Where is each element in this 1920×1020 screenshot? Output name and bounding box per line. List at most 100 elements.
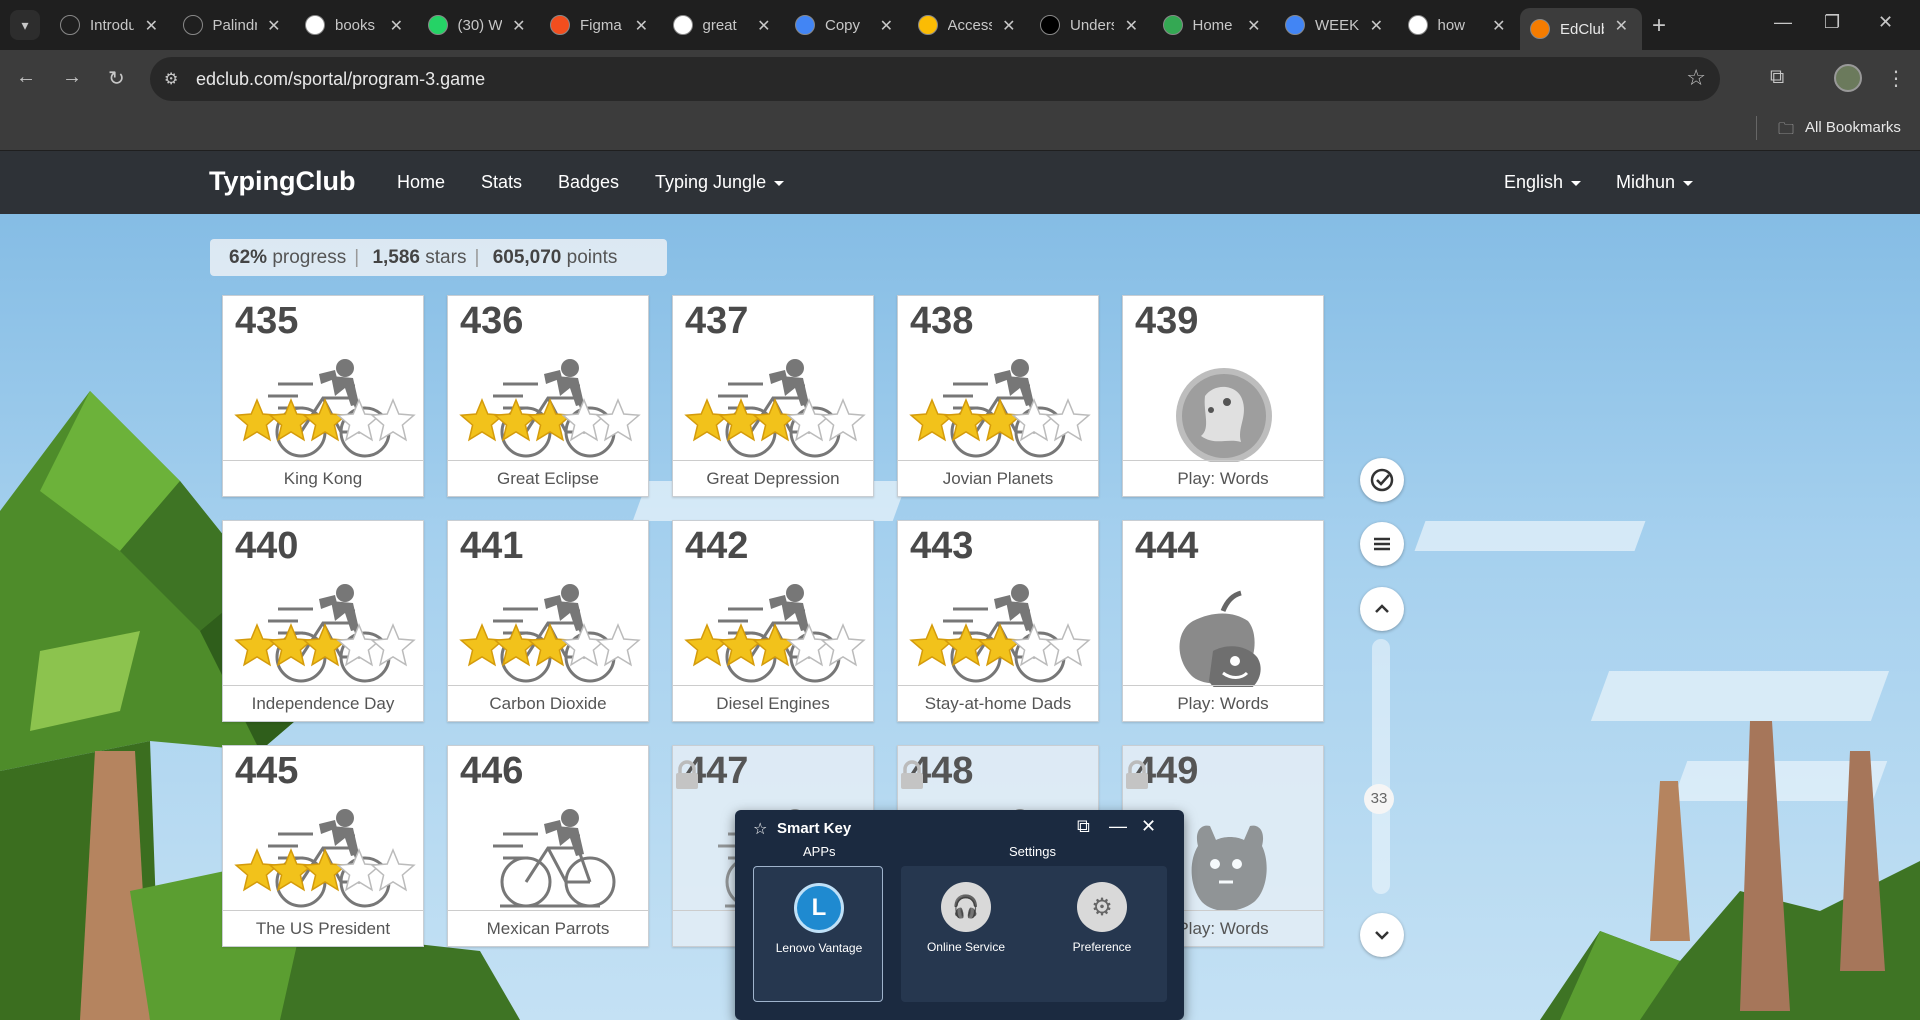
tab-title: Copy (825, 16, 861, 34)
close-tab-icon[interactable]: ✕ (1615, 16, 1628, 36)
menu-button[interactable] (1360, 522, 1404, 566)
lesson-card[interactable]: 435 King Kong (222, 295, 424, 497)
star-empty-icon (336, 398, 382, 442)
lesson-card[interactable]: 444 Play: Words (1122, 520, 1324, 722)
minimize-icon[interactable]: — (1774, 12, 1792, 33)
cloud (1414, 521, 1646, 551)
bookmark-star-icon[interactable]: ☆ (1686, 65, 1706, 91)
pop-out-icon[interactable]: ⧉ (1077, 816, 1090, 837)
reload-icon[interactable]: ↻ (108, 66, 125, 91)
user-dropdown[interactable]: Midhun (1616, 172, 1694, 193)
browser-tab[interactable]: Understanding ✕ (1030, 8, 1152, 42)
all-bookmarks-button[interactable]: All Bookmarks (1805, 119, 1901, 136)
edclub-icon (1530, 19, 1550, 39)
lesson-card[interactable]: 438 Jovian Planets (897, 295, 1099, 497)
docs-icon (795, 15, 815, 35)
close-tab-icon[interactable]: ✕ (1002, 16, 1015, 36)
progress-value: 62% (229, 247, 268, 268)
google-icon (1407, 15, 1428, 35)
lesson-card[interactable]: 441 Carbon Dioxide (447, 520, 649, 722)
browser-tab[interactable]: WEEK ✕ (1275, 8, 1397, 42)
lesson-card[interactable]: 442 Diesel Engines (672, 520, 874, 722)
close-tab-icon[interactable]: ✕ (757, 16, 770, 36)
star-filled-icon (459, 623, 505, 667)
lesson-card[interactable]: 445 The US President (222, 745, 424, 947)
minimize-icon[interactable]: — (1109, 816, 1127, 837)
star-filled-icon (909, 623, 955, 667)
browser-tab[interactable]: Access ✕ (908, 8, 1030, 42)
browser-tab[interactable]: (30) WhatsApp ✕ (418, 8, 540, 42)
preference-app[interactable]: ⚙ Preference (1037, 882, 1167, 954)
star-empty-icon (336, 623, 382, 667)
close-tab-icon[interactable]: ✕ (1247, 16, 1260, 36)
scroll-up-button[interactable] (1360, 587, 1404, 631)
close-tab-icon[interactable]: ✕ (145, 16, 158, 36)
lesson-number: 443 (910, 525, 974, 567)
drive-icon (917, 15, 938, 35)
close-tab-icon[interactable]: ✕ (390, 16, 403, 36)
close-tab-icon[interactable]: ✕ (512, 16, 525, 36)
chrome-menu-icon[interactable]: ⋮ (1886, 66, 1906, 91)
brand-logo[interactable]: TypingClub (209, 166, 355, 197)
close-tab-icon[interactable]: ✕ (1125, 16, 1138, 36)
browser-tab[interactable]: Figma ✕ (540, 8, 662, 42)
extensions-icon[interactable]: ⧉ (1770, 66, 1784, 89)
back-icon[interactable]: ← (16, 66, 36, 89)
close-tab-icon[interactable]: ✕ (635, 16, 648, 36)
browser-tab[interactable]: great ✕ (663, 8, 785, 42)
folder-icon: 🗀 (1778, 121, 1795, 138)
tab-title: Figma (580, 16, 622, 34)
docs-icon (1285, 15, 1305, 35)
star-empty-icon (561, 398, 607, 442)
online-service-app[interactable]: 🎧 Online Service (901, 882, 1031, 954)
lesson-card[interactable]: 437 Great Depression (672, 295, 874, 497)
lenovo-vantage-icon: L (794, 883, 844, 933)
browser-tab[interactable]: Introduction ✕ (50, 8, 172, 42)
close-window-icon[interactable]: ✕ (1878, 12, 1893, 33)
nav-stats[interactable]: Stats (481, 172, 522, 193)
address-bar[interactable]: ⚙ edclub.com/sportal/program-3.game ☆ (150, 57, 1720, 101)
browser-tab[interactable]: Home ✕ (1153, 8, 1275, 42)
page-number-indicator[interactable]: 33 (1364, 784, 1394, 814)
lenovo-vantage-app[interactable]: L Lenovo Vantage (754, 883, 884, 955)
lesson-card[interactable]: 446 Mexican Parrots (447, 745, 649, 947)
browser-tab[interactable]: EdClub ✕ (1520, 8, 1642, 50)
tab-title: WEEK (1315, 16, 1359, 34)
user-name: Midhun (1616, 172, 1676, 192)
close-tab-icon[interactable]: ✕ (1370, 16, 1383, 36)
lesson-card[interactable]: 440 Independence Day (222, 520, 424, 722)
nav-home[interactable]: Home (397, 172, 445, 193)
close-tab-icon[interactable]: ✕ (267, 16, 280, 36)
lesson-number: 438 (910, 300, 974, 342)
profile-avatar[interactable] (1834, 64, 1862, 92)
lesson-card[interactable]: 439 Play: Words (1122, 295, 1324, 497)
lesson-number: 441 (460, 525, 524, 567)
lesson-title: Mexican Parrots (448, 910, 648, 946)
nav-badges[interactable]: Badges (558, 172, 619, 193)
star-empty-icon (561, 623, 607, 667)
lesson-card[interactable]: 443 Stay-at-home Dads (897, 520, 1099, 722)
close-icon[interactable]: ✕ (1141, 816, 1156, 837)
close-tab-icon[interactable]: ✕ (880, 16, 893, 36)
browser-tab[interactable]: Copy ✕ (785, 8, 907, 42)
scroll-down-button[interactable] (1360, 913, 1404, 957)
browser-tab[interactable]: books ✕ (295, 8, 417, 42)
browser-tab[interactable]: Palindrome ✕ (173, 8, 295, 42)
star-filled-icon (459, 398, 505, 442)
new-tab-button[interactable]: + (1652, 12, 1666, 40)
page-scroll-track[interactable] (1372, 639, 1390, 894)
preference-label: Preference (1072, 940, 1132, 954)
url-text[interactable]: edclub.com/sportal/program-3.game (196, 69, 485, 90)
site-info-icon[interactable]: ⚙ (164, 69, 178, 89)
tab-search-button[interactable]: ▾ (10, 10, 40, 40)
forward-icon[interactable]: → (62, 66, 82, 89)
drive-icon (1162, 15, 1183, 35)
nav-typing-jungle[interactable]: Typing Jungle (655, 172, 785, 193)
lesson-card[interactable]: 436 Great Eclipse (447, 295, 649, 497)
browser-tab[interactable]: how ✕ (1398, 8, 1520, 42)
close-tab-icon[interactable]: ✕ (1492, 16, 1505, 36)
check-circle-button[interactable] (1360, 458, 1404, 502)
language-dropdown[interactable]: English (1504, 172, 1582, 193)
star-empty-icon (370, 848, 416, 892)
restore-icon[interactable]: ❐ (1824, 12, 1840, 33)
